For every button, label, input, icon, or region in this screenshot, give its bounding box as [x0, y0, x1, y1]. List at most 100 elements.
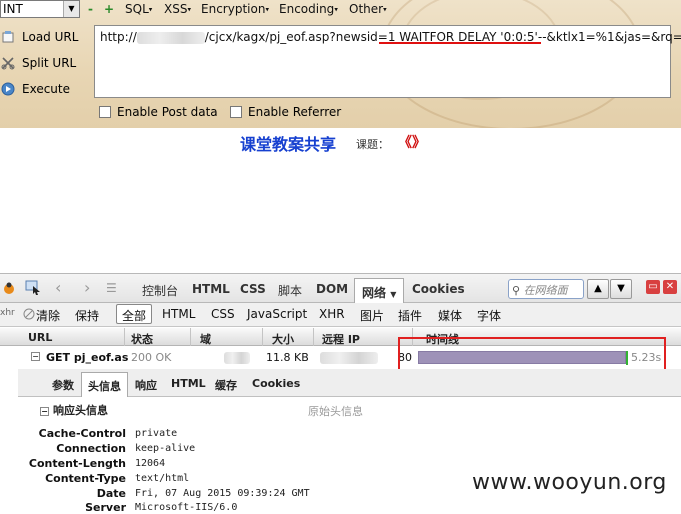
- hackbar-type-select[interactable]: INT ▼: [0, 0, 80, 18]
- url-textarea[interactable]: http:///cjcx/kagx/pj_eof.asp?newsid=1 WA…: [94, 25, 681, 98]
- menu-encryption[interactable]: Encryption▾: [201, 2, 269, 16]
- clear-button[interactable]: 清除: [36, 307, 60, 324]
- tab-script[interactable]: 脚本: [278, 282, 302, 299]
- load-url-icon: [0, 29, 16, 45]
- split-url-button[interactable]: Split URL: [0, 52, 76, 74]
- persist-button[interactable]: 保持: [75, 307, 99, 324]
- header-key: Content-Length: [28, 457, 126, 470]
- header-value: keep-alive: [135, 443, 196, 454]
- search-prev-button[interactable]: ▲: [587, 279, 609, 299]
- execute-label: Execute: [22, 82, 70, 96]
- tab-dom[interactable]: DOM: [316, 282, 348, 296]
- redacted-ip: [320, 352, 378, 364]
- execute-icon: [0, 81, 16, 97]
- tab-headers[interactable]: 头信息: [81, 372, 128, 397]
- enable-referrer-label: Enable Referrer: [248, 105, 342, 119]
- split-url-icon: [0, 55, 16, 71]
- tab-html-detail[interactable]: HTML: [171, 377, 206, 390]
- chevron-down-icon: ▾: [383, 5, 387, 14]
- collapse-icon: −: [40, 406, 49, 416]
- load-url-button[interactable]: Load URL: [0, 26, 78, 48]
- checkbox-box: [99, 106, 111, 118]
- xhr-side-label: xhr: [0, 308, 15, 318]
- enable-referrer-checkbox[interactable]: Enable Referrer: [230, 105, 341, 119]
- filter-media[interactable]: 媒体: [438, 307, 462, 324]
- split-url-label: Split URL: [22, 56, 77, 70]
- header-value: 12064: [135, 458, 166, 469]
- hackbar-panel: INT ▼ - + SQL▾ XSS▾ Encryption▾ Encoding…: [0, 0, 681, 128]
- enable-post-label: Enable Post data: [117, 105, 218, 119]
- search-icon: ⚲: [512, 284, 521, 297]
- net-filter-bar: xhr 清除 保持 全部 HTML CSS JavaScript XHR 图片 …: [0, 303, 681, 327]
- tab-html[interactable]: HTML: [192, 282, 230, 296]
- load-url-label: Load URL: [22, 30, 79, 44]
- menu-other-label: Other: [349, 2, 384, 16]
- header-key: Date: [96, 487, 126, 500]
- tab-response[interactable]: 响应: [135, 377, 157, 393]
- close-icon[interactable]: ✕: [663, 280, 677, 294]
- filter-plugins[interactable]: 插件: [398, 307, 422, 324]
- tab-params[interactable]: 参数: [52, 377, 74, 393]
- inspect-icon[interactable]: [25, 280, 43, 299]
- menu-xss[interactable]: XSS▾: [164, 2, 191, 16]
- firebug-icon[interactable]: [2, 281, 16, 298]
- filter-images[interactable]: 图片: [360, 307, 384, 324]
- plus-button[interactable]: +: [104, 2, 114, 16]
- tab-cookies-detail[interactable]: Cookies: [252, 377, 300, 390]
- watermark: www.wooyun.org: [472, 470, 667, 495]
- raw-headers-link[interactable]: 原始头信息: [308, 403, 363, 419]
- annotation-underline: [379, 42, 541, 44]
- tab-cookies[interactable]: Cookies: [412, 282, 465, 296]
- menu-sql[interactable]: SQL▾: [125, 2, 152, 16]
- filter-javascript[interactable]: JavaScript: [247, 307, 307, 321]
- column-domain[interactable]: 域: [200, 331, 211, 347]
- search-placeholder: 在网络面: [523, 284, 568, 297]
- filter-css[interactable]: CSS: [211, 307, 235, 321]
- chevron-down-icon: ▾: [148, 5, 153, 14]
- tab-net[interactable]: 网络 ▼: [354, 278, 405, 304]
- tab-cache[interactable]: 缓存: [215, 377, 237, 393]
- url-prefix: http://: [100, 30, 137, 44]
- minus-button[interactable]: -: [88, 2, 93, 16]
- header-value: text/html: [135, 473, 190, 484]
- request-url: GET pj_eof.as: [46, 351, 129, 364]
- checkbox-box: [230, 106, 242, 118]
- firebug-toolbar: ‹ › ☰ 控制台 HTML CSS 脚本 DOM 网络 ▼ Cookies ⚲…: [0, 273, 681, 304]
- menu-other[interactable]: Other▾: [349, 2, 387, 16]
- column-size[interactable]: 大小: [272, 331, 294, 347]
- back-icon[interactable]: ‹: [55, 278, 61, 297]
- filter-xhr[interactable]: XHR: [319, 307, 345, 321]
- search-input[interactable]: ⚲ 在网络面: [508, 279, 584, 299]
- filter-all[interactable]: 全部: [116, 304, 153, 324]
- response-headers-title[interactable]: − 响应头信息: [40, 402, 108, 418]
- tab-css[interactable]: CSS: [240, 282, 266, 296]
- tab-console[interactable]: 控制台: [142, 282, 178, 299]
- list-icon[interactable]: ☰: [106, 281, 117, 295]
- redacted-domain: [136, 31, 205, 44]
- filter-fonts[interactable]: 字体: [477, 307, 501, 324]
- column-remote-ip[interactable]: 远程 IP: [322, 331, 360, 347]
- forward-icon[interactable]: ›: [84, 278, 90, 297]
- column-url[interactable]: URL: [28, 331, 52, 344]
- column-status[interactable]: 状态: [131, 331, 153, 347]
- menu-encoding[interactable]: Encoding▾: [279, 2, 338, 16]
- enable-post-checkbox[interactable]: Enable Post data: [99, 105, 218, 119]
- header-key: Content-Type: [45, 472, 126, 485]
- search-next-button[interactable]: ▼: [610, 279, 632, 299]
- clear-icon: [23, 308, 35, 323]
- menu-encoding-label: Encoding: [279, 2, 335, 16]
- collapse-icon[interactable]: −: [31, 352, 40, 361]
- header-value: Microsoft-IIS/6.0: [135, 502, 238, 513]
- execute-button[interactable]: Execute: [0, 78, 70, 100]
- chevron-down-icon: ▾: [265, 5, 269, 14]
- request-status: 200 OK: [131, 351, 172, 364]
- chevron-down-icon: ▾: [187, 5, 191, 14]
- chevron-down-icon: ▼: [63, 1, 79, 17]
- tab-net-label: 网络: [362, 286, 387, 300]
- chevron-down-icon: ▾: [334, 5, 338, 14]
- redacted-domain: [224, 352, 250, 364]
- filter-html[interactable]: HTML: [162, 307, 195, 321]
- request-size: 11.8 KB: [266, 351, 309, 364]
- minimize-icon[interactable]: ▭: [646, 280, 660, 294]
- menu-xss-label: XSS: [164, 2, 188, 16]
